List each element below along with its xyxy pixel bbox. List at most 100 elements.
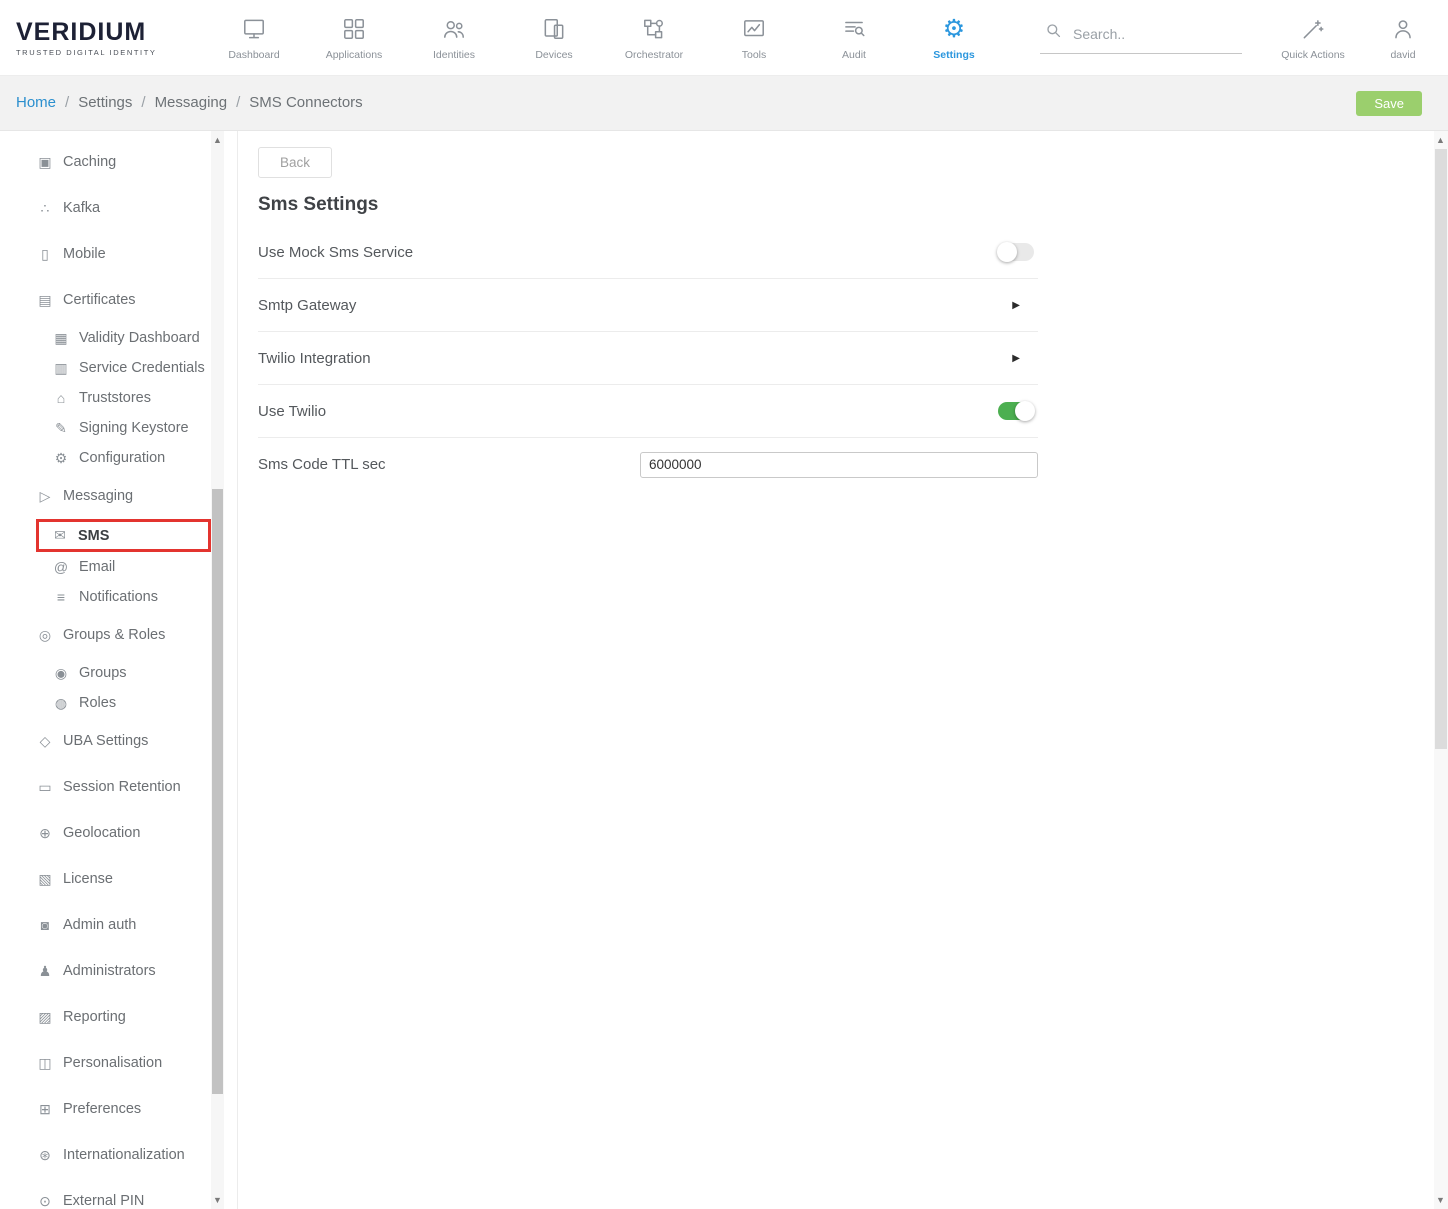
sidebar-item-label: Truststores bbox=[79, 390, 151, 406]
sidebar-item-label: Administrators bbox=[63, 963, 156, 979]
setting-label: Sms Code TTL sec bbox=[258, 456, 386, 473]
certificates-icon: ▤ bbox=[36, 292, 54, 309]
nav-orchestrator[interactable]: Orchestrator bbox=[604, 15, 704, 61]
sidebar-item-signing-keystore[interactable]: ✎Signing Keystore bbox=[0, 413, 237, 443]
sidebar-item-session-retention[interactable]: ▭Session Retention bbox=[0, 764, 237, 810]
quick-actions[interactable]: Quick Actions bbox=[1258, 15, 1368, 61]
sidebar-item-mobile[interactable]: ▯Mobile bbox=[0, 231, 237, 277]
nav-applications[interactable]: Applications bbox=[304, 15, 404, 61]
nav-devices[interactable]: Devices bbox=[504, 15, 604, 61]
sidebar-item-admin-auth[interactable]: ◙Admin auth bbox=[0, 902, 237, 948]
sidebar-item-label: Roles bbox=[79, 695, 116, 711]
save-button[interactable]: Save bbox=[1356, 91, 1422, 116]
geolocation-icon: ⊕ bbox=[36, 825, 54, 842]
sidebar-item-reporting[interactable]: ▨Reporting bbox=[0, 994, 237, 1040]
search-icon bbox=[1044, 21, 1064, 46]
sidebar-item-label: Notifications bbox=[79, 589, 158, 605]
settings-gear-icon: ⚙ bbox=[943, 15, 965, 43]
sidebar-item-geolocation[interactable]: ⊕Geolocation bbox=[0, 810, 237, 856]
scroll-down-icon[interactable]: ▼ bbox=[1434, 1193, 1447, 1207]
session-retention-icon: ▭ bbox=[36, 779, 54, 796]
search-input[interactable] bbox=[1073, 26, 1223, 42]
user-menu[interactable]: david bbox=[1368, 15, 1438, 61]
setting-row-use-twilio: Use Twilio bbox=[258, 385, 1038, 438]
logo-tagline: TRUSTED DIGITAL IDENTITY bbox=[16, 48, 186, 57]
settings-rows: Use Mock Sms ServiceSmtp Gateway▶Twilio … bbox=[258, 226, 1038, 491]
sidebar-item-truststores[interactable]: ⌂Truststores bbox=[0, 383, 237, 413]
sidebar-item-service-credentials[interactable]: ▥Service Credentials bbox=[0, 353, 237, 383]
nav-settings[interactable]: ⚙ Settings bbox=[904, 15, 1004, 61]
preferences-icon: ⊞ bbox=[36, 1101, 54, 1118]
sidebar-item-roles[interactable]: ◍ Roles bbox=[0, 688, 237, 718]
sidebar-item-label: Configuration bbox=[79, 450, 165, 466]
setting-label: Use Twilio bbox=[258, 403, 326, 420]
sidebar-item-configuration[interactable]: ⚙Configuration bbox=[0, 443, 237, 473]
sidebar-item-groups[interactable]: ◉ Groups bbox=[0, 658, 237, 688]
admin-auth-icon: ◙ bbox=[36, 917, 54, 933]
use-twilio-toggle[interactable] bbox=[998, 402, 1034, 420]
reporting-icon: ▨ bbox=[36, 1009, 54, 1026]
sidebar-item-label: Service Credentials bbox=[79, 360, 205, 376]
breadcrumb-item-messaging: Messaging bbox=[155, 94, 228, 111]
quick-actions-label: Quick Actions bbox=[1281, 49, 1345, 61]
veridium-logo[interactable]: VERIDIUM TRUSTED DIGITAL IDENTITY bbox=[16, 18, 186, 57]
sidebar-item-label: SMS bbox=[78, 528, 109, 544]
external-pin-icon: ⊙ bbox=[36, 1193, 54, 1209]
sidebar-item-personalisation[interactable]: ◫ Personalisation bbox=[0, 1040, 237, 1086]
notifications-icon: ≡ bbox=[52, 589, 70, 605]
nav-identities[interactable]: Identities bbox=[404, 15, 504, 61]
nav-label: Identities bbox=[433, 49, 475, 61]
sidebar-item-certificates[interactable]: ▤Certificates bbox=[0, 277, 237, 323]
smtp-gateway-expand-icon[interactable]: ▶ bbox=[1012, 300, 1020, 311]
sidebar-item-sms[interactable]: ✉ SMS bbox=[36, 519, 211, 552]
sidebar-item-internationalization[interactable]: ⊛Internationalization bbox=[0, 1132, 237, 1178]
nav-audit[interactable]: Audit bbox=[804, 15, 904, 61]
sidebar-scroll-thumb[interactable] bbox=[212, 489, 223, 1094]
sidebar-item-label: Groups bbox=[79, 665, 127, 681]
sms-code-ttl-input[interactable] bbox=[640, 452, 1038, 478]
user-label: david bbox=[1390, 49, 1415, 61]
sidebar-item-external-pin[interactable]: ⊙External PIN bbox=[0, 1178, 237, 1209]
internationalization-icon: ⊛ bbox=[36, 1147, 54, 1164]
messaging-icon: ▷ bbox=[36, 488, 54, 505]
sidebar-item-kafka[interactable]: ∴Kafka bbox=[0, 185, 237, 231]
scroll-up-icon[interactable]: ▲ bbox=[1434, 133, 1447, 147]
sidebar-item-license[interactable]: ▧License bbox=[0, 856, 237, 902]
scroll-down-icon[interactable]: ▼ bbox=[211, 1193, 224, 1207]
sidebar-item-messaging[interactable]: ▷Messaging bbox=[0, 473, 237, 519]
sidebar-item-administrators[interactable]: ♟Administrators bbox=[0, 948, 237, 994]
page-scrollbar[interactable]: ▲ ▼ bbox=[1434, 131, 1448, 1209]
sidebar-scrollbar[interactable]: ▲ ▼ bbox=[211, 131, 224, 1209]
nav-label: Devices bbox=[535, 49, 572, 61]
scroll-up-icon[interactable]: ▲ bbox=[211, 133, 224, 147]
personalisation-icon: ◫ bbox=[36, 1055, 54, 1072]
nav-tools[interactable]: Tools bbox=[704, 15, 804, 61]
twilio-integration-expand-icon[interactable]: ▶ bbox=[1012, 353, 1020, 364]
use-mock-sms-service-toggle[interactable] bbox=[998, 243, 1034, 261]
sidebar-item-caching[interactable]: ▣Caching bbox=[0, 139, 237, 185]
back-button[interactable]: Back bbox=[258, 147, 332, 178]
top-navigation: VERIDIUM TRUSTED DIGITAL IDENTITY Dashbo… bbox=[0, 0, 1448, 76]
sidebar-item-validity-dashboard[interactable]: ▦Validity Dashboard bbox=[0, 323, 237, 353]
setting-row-smtp-gateway: Smtp Gateway▶ bbox=[258, 279, 1038, 332]
breadcrumb-item-settings: Settings bbox=[78, 94, 132, 111]
toggle-knob bbox=[997, 242, 1017, 262]
breadcrumb-item-home[interactable]: Home bbox=[16, 94, 56, 111]
applications-icon bbox=[341, 15, 367, 43]
groups-icon: ◉ bbox=[52, 665, 70, 682]
kafka-icon: ∴ bbox=[36, 200, 54, 217]
roles-icon: ◍ bbox=[52, 695, 70, 712]
nav-dashboard[interactable]: Dashboard bbox=[204, 15, 304, 61]
groups-roles-icon: ◎ bbox=[36, 627, 54, 644]
sidebar-item-notifications[interactable]: ≡ Notifications bbox=[0, 582, 237, 612]
sidebar-item-groups-roles[interactable]: ◎Groups & Roles bbox=[0, 612, 237, 658]
page-scroll-thumb[interactable] bbox=[1435, 149, 1447, 749]
sidebar-item-label: Personalisation bbox=[63, 1055, 162, 1071]
nav-label: Orchestrator bbox=[625, 49, 683, 61]
sidebar-item-email[interactable]: @Email bbox=[0, 552, 237, 582]
sms-icon: ✉ bbox=[51, 527, 69, 544]
sidebar-item-uba-settings[interactable]: ◇UBA Settings bbox=[0, 718, 237, 764]
sidebar-item-preferences[interactable]: ⊞Preferences bbox=[0, 1086, 237, 1132]
toggle-knob bbox=[1015, 401, 1035, 421]
sms-settings-panel: Back Sms Settings Use Mock Sms ServiceSm… bbox=[238, 131, 1448, 1209]
